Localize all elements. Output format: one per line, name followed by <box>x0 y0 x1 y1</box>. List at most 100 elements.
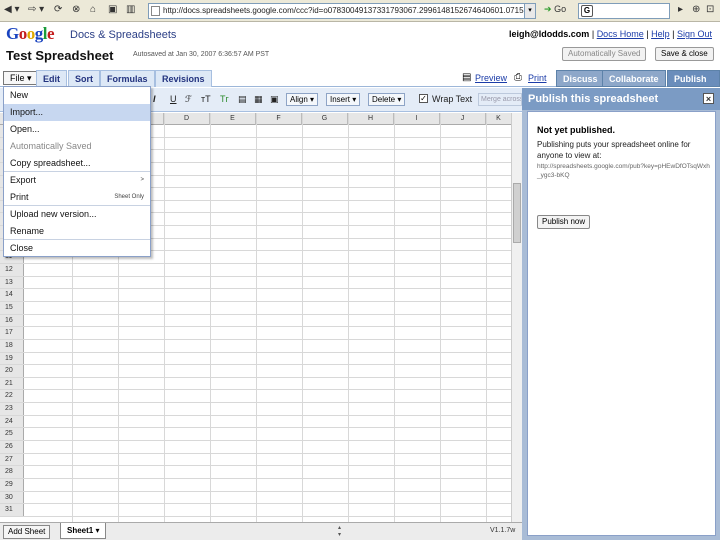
tab-formulas[interactable]: Formulas <box>100 70 155 87</box>
row-header[interactable]: 25 <box>0 428 24 441</box>
table-row[interactable]: 16 <box>0 314 512 328</box>
table-row[interactable]: 30 <box>0 491 512 505</box>
zoom-icon[interactable]: ⊕ <box>692 4 700 15</box>
row-header[interactable]: 26 <box>0 441 24 453</box>
menu-item-rename[interactable]: Rename <box>4 223 150 240</box>
italic-icon[interactable]: I <box>153 94 156 104</box>
tab-edit[interactable]: Edit <box>36 70 67 87</box>
document-title[interactable]: Test Spreadsheet <box>6 48 113 63</box>
table-row[interactable]: 29 <box>0 478 512 492</box>
menu-item-open[interactable]: Open... <box>4 121 150 138</box>
tab-discuss[interactable]: Discuss <box>556 70 605 87</box>
row-header[interactable]: 29 <box>0 478 24 491</box>
delete-dropdown[interactable]: Delete ▾ <box>368 93 406 106</box>
preview-link[interactable]: Preview <box>475 73 507 83</box>
row-header[interactable]: 31 <box>0 504 24 516</box>
row-header[interactable]: 24 <box>0 415 24 428</box>
row-header[interactable]: 19 <box>0 352 24 365</box>
column-header[interactable]: E <box>210 113 256 125</box>
borders-icon[interactable]: ▦ <box>254 94 263 105</box>
align-dropdown[interactable]: Align ▾ <box>286 93 319 106</box>
wrap-text-checkbox[interactable]: ✓ <box>419 94 428 103</box>
bookmark-icon[interactable]: ▣ <box>108 4 117 15</box>
menu-item-import[interactable]: Import... <box>4 104 150 121</box>
sheet-tab[interactable]: Sheet1 ▾ <box>60 523 107 539</box>
go-button[interactable]: ➔ Go <box>544 4 566 15</box>
row-header[interactable]: 18 <box>0 339 24 352</box>
file-menu-button[interactable]: File ▾ <box>3 71 39 85</box>
underline-icon[interactable]: U <box>170 94 177 104</box>
table-row[interactable]: 21 <box>0 377 512 391</box>
help-link[interactable]: Help <box>651 29 670 39</box>
column-header[interactable]: G <box>302 113 348 125</box>
close-icon[interactable]: × <box>703 93 714 104</box>
insert-dropdown[interactable]: Insert ▾ <box>326 93 361 106</box>
menu-item-export[interactable]: Export > <box>4 172 150 189</box>
table-row[interactable]: 19 <box>0 352 512 366</box>
column-header[interactable]: D <box>164 113 210 125</box>
row-header[interactable]: 22 <box>0 390 24 403</box>
menu-item-new[interactable]: New <box>4 87 150 104</box>
stop-icon[interactable]: ⊗ <box>72 4 80 15</box>
back-icon[interactable]: ◀ ▾ <box>4 4 20 15</box>
column-header[interactable]: F <box>256 113 302 125</box>
address-bar[interactable]: http://docs.spreadsheets.google.com/ccc?… <box>148 3 526 19</box>
table-row[interactable]: 17 <box>0 327 512 340</box>
column-header[interactable]: J <box>440 113 486 125</box>
automatically-saved-button[interactable]: Automatically Saved <box>562 47 647 61</box>
refresh-icon[interactable]: ⟳ <box>54 4 62 15</box>
row-header[interactable]: 13 <box>0 276 24 289</box>
table-row[interactable]: 18 <box>0 339 512 353</box>
home-icon[interactable]: ⌂ <box>90 4 96 15</box>
fill-color-icon[interactable]: ▤ <box>238 94 247 105</box>
fullscreen-icon[interactable]: ⊡ <box>706 4 714 15</box>
menu-item-close[interactable]: Close <box>4 240 150 257</box>
borders-more-icon[interactable]: ▣ <box>270 94 279 105</box>
row-header[interactable]: 28 <box>0 466 24 478</box>
add-sheet-button[interactable]: Add Sheet <box>3 525 51 539</box>
table-row[interactable]: 28 <box>0 466 512 479</box>
tab-revisions[interactable]: Revisions <box>155 70 212 87</box>
vertical-scrollbar[interactable] <box>511 113 522 523</box>
font-icon[interactable]: ℱ <box>185 94 192 105</box>
print-link[interactable]: Print <box>528 73 547 83</box>
docs-home-link[interactable]: Docs Home <box>597 29 644 39</box>
text-color-icon[interactable]: Tг <box>220 94 229 104</box>
table-row[interactable]: 15 <box>0 301 512 315</box>
column-header[interactable]: H <box>348 113 394 125</box>
row-header[interactable]: 14 <box>0 289 24 301</box>
row-header[interactable]: 16 <box>0 314 24 327</box>
row-header[interactable]: 27 <box>0 453 24 466</box>
google-logo[interactable]: Google <box>6 24 55 44</box>
resize-handle-icon[interactable]: ▴ ▾ <box>338 524 341 538</box>
table-row[interactable]: 13 <box>0 276 512 290</box>
merge-across-button[interactable]: Merge across <box>478 93 522 106</box>
row-header[interactable]: 30 <box>0 491 24 504</box>
search-input[interactable]: G <box>578 3 670 19</box>
scrollbar-thumb[interactable] <box>513 183 521 243</box>
sign-out-link[interactable]: Sign Out <box>677 29 712 39</box>
table-row[interactable]: 23 <box>0 403 512 416</box>
table-row[interactable]: 27 <box>0 453 512 467</box>
tools-icon[interactable]: ▸ <box>678 4 683 15</box>
row-header[interactable]: 12 <box>0 264 24 276</box>
font-size-icon[interactable]: тT <box>201 94 211 104</box>
row-header[interactable]: 17 <box>0 327 24 339</box>
table-row[interactable]: 25 <box>0 428 512 442</box>
table-row[interactable]: 14 <box>0 289 512 302</box>
table-row[interactable]: 31 <box>0 504 512 517</box>
table-row[interactable]: 24 <box>0 415 512 429</box>
table-row[interactable]: 12 <box>0 264 512 277</box>
table-row[interactable]: 26 <box>0 441 512 454</box>
publish-now-button[interactable]: Publish now <box>537 215 591 229</box>
row-header[interactable]: 23 <box>0 403 24 415</box>
column-header[interactable]: I <box>394 113 440 125</box>
menu-item-copy-spreadsheet[interactable]: Copy spreadsheet... <box>4 155 150 172</box>
address-dropdown[interactable]: ▾ <box>524 3 536 19</box>
column-header[interactable]: K <box>486 113 512 125</box>
table-row[interactable]: 22 <box>0 390 512 404</box>
tab-sort[interactable]: Sort <box>68 70 100 87</box>
menu-item-upload-new-version[interactable]: Upload new version... <box>4 206 150 223</box>
row-header[interactable]: 20 <box>0 365 24 377</box>
row-header[interactable]: 21 <box>0 377 24 390</box>
